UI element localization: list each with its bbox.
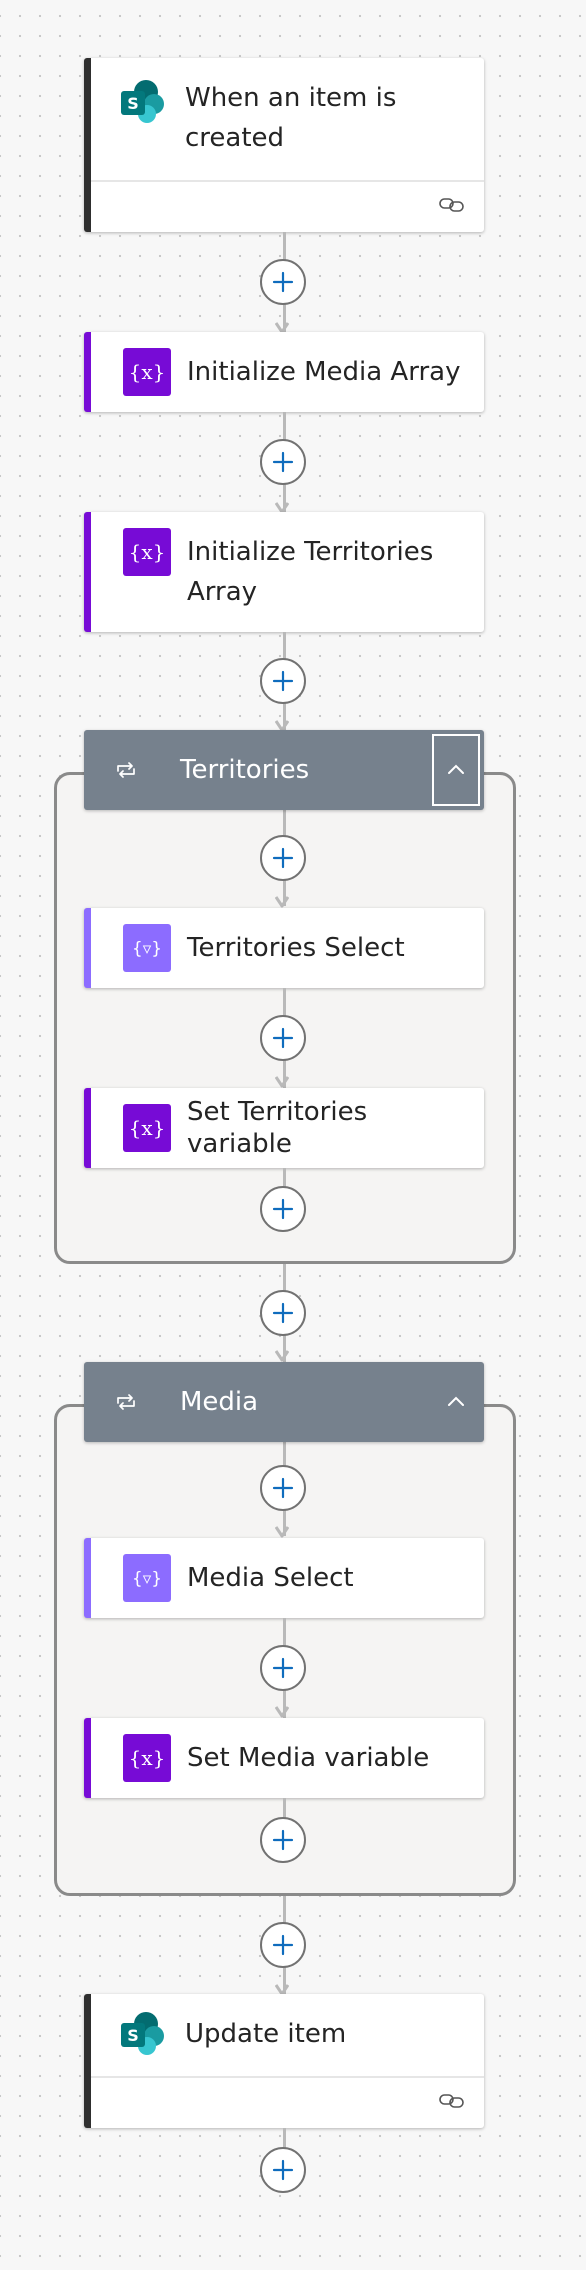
set-media-card[interactable]: Set Media variable — [84, 1718, 484, 1798]
collapse-button[interactable] — [432, 1366, 480, 1438]
add-step-button[interactable] — [260, 2147, 306, 2193]
update-item-card[interactable]: Update item — [84, 1994, 484, 2128]
plus-icon — [271, 1026, 295, 1050]
plus-icon — [271, 1301, 295, 1325]
media-loop-title: Media — [180, 1387, 259, 1417]
add-step-button[interactable] — [260, 1465, 306, 1511]
territories-select-title: Territories Select — [187, 933, 405, 963]
set-territories-card[interactable]: Set Territories variable — [84, 1088, 484, 1168]
variable-icon — [123, 348, 171, 396]
add-step-button[interactable] — [260, 439, 306, 485]
variable-icon — [123, 1104, 171, 1152]
media-select-card[interactable]: Media Select — [84, 1538, 484, 1618]
update-item-footer — [91, 2076, 484, 2128]
init-media-card[interactable]: Initialize Media Array — [84, 332, 484, 412]
territories-loop-header[interactable]: Territories — [84, 730, 484, 810]
add-step-button[interactable] — [260, 1015, 306, 1061]
plus-icon — [271, 1828, 295, 1852]
add-step-button[interactable] — [260, 1290, 306, 1336]
trigger-footer — [91, 180, 484, 232]
set-territories-title: Set Territories variable — [187, 1097, 368, 1159]
plus-icon — [271, 846, 295, 870]
territories-loop-title: Territories — [180, 755, 310, 785]
add-step-button[interactable] — [260, 1645, 306, 1691]
data-operation-icon — [123, 1554, 171, 1602]
trigger-card[interactable]: When an item is created — [84, 58, 484, 232]
init-media-title: Initialize Media Array — [187, 357, 461, 387]
init-territories-card[interactable]: Initialize Territories Array — [84, 512, 484, 632]
territories-select-card[interactable]: Territories Select — [84, 908, 484, 988]
data-operation-icon — [123, 924, 171, 972]
link-icon[interactable] — [438, 2092, 466, 2114]
link-icon[interactable] — [438, 196, 466, 218]
add-step-button[interactable] — [260, 1186, 306, 1232]
update-item-title: Update item — [185, 2019, 347, 2049]
add-step-button[interactable] — [260, 835, 306, 881]
variable-icon — [123, 528, 171, 576]
sharepoint-icon — [119, 78, 167, 126]
plus-icon — [271, 1197, 295, 1221]
add-step-button[interactable] — [260, 1922, 306, 1968]
sharepoint-icon — [119, 2010, 167, 2058]
plus-icon — [271, 2158, 295, 2182]
loop-icon — [114, 758, 138, 786]
set-media-title: Set Media variable — [187, 1743, 430, 1773]
trigger-title: When an item is created — [185, 83, 397, 153]
variable-icon — [123, 1734, 171, 1782]
plus-icon — [271, 669, 295, 693]
plus-icon — [271, 1933, 295, 1957]
chevron-up-icon — [444, 758, 468, 782]
plus-icon — [271, 1656, 295, 1680]
add-step-button[interactable] — [260, 1817, 306, 1863]
media-loop-header[interactable]: Media — [84, 1362, 484, 1442]
add-step-button[interactable] — [260, 658, 306, 704]
plus-icon — [271, 270, 295, 294]
chevron-up-icon — [444, 1390, 468, 1414]
plus-icon — [271, 450, 295, 474]
loop-icon — [114, 1390, 138, 1418]
init-territories-title: Initialize Territories Array — [187, 537, 434, 607]
collapse-button[interactable] — [432, 734, 480, 806]
add-step-button[interactable] — [260, 259, 306, 305]
media-select-title: Media Select — [187, 1563, 354, 1593]
plus-icon — [271, 1476, 295, 1500]
